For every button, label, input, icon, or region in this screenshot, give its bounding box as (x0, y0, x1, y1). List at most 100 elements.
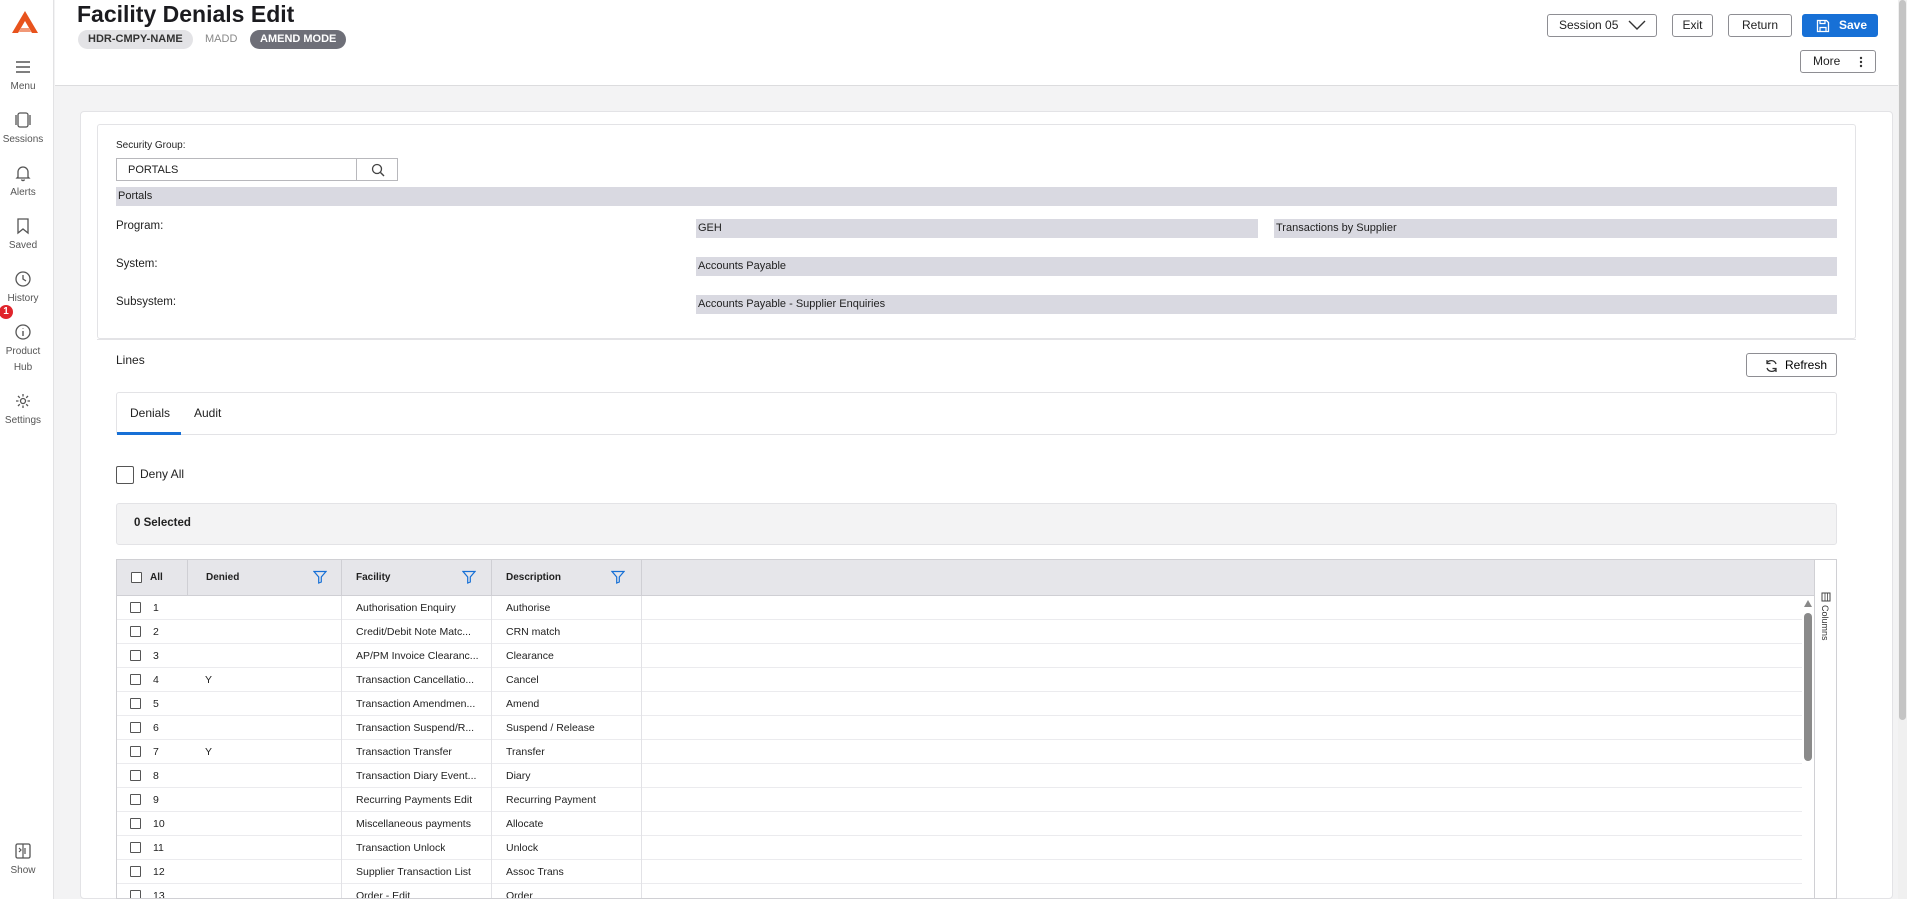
column-separator (641, 596, 642, 620)
sidebar-item-settings[interactable]: Settings (0, 392, 46, 429)
table-row[interactable]: 2 Credit/Debit Note Matc... CRN match (117, 620, 1802, 644)
table-row[interactable]: 9 Recurring Payments Edit Recurring Paymen… (117, 788, 1802, 812)
notification-badge[interactable]: 1 (0, 305, 13, 319)
security-group-input[interactable] (116, 158, 357, 181)
column-header-facility[interactable]: Facility (356, 560, 390, 596)
row-checkbox[interactable] (130, 818, 141, 829)
row-checkbox[interactable] (130, 674, 141, 685)
sidebar-item-menu[interactable]: Menu (0, 58, 46, 95)
active-tab-indicator (117, 432, 181, 435)
facility-cell: Transaction Unlock (356, 842, 446, 854)
column-separator (491, 812, 492, 836)
table-row[interactable]: 7 Y Transaction Transfer Transfer (117, 740, 1802, 764)
sidebar-item-alerts[interactable]: Alerts (0, 164, 46, 201)
row-checkbox[interactable] (130, 650, 141, 661)
table-row[interactable]: 4 Y Transaction Cancellatio... Cancel (117, 668, 1802, 692)
column-header-denied[interactable]: Denied (206, 560, 239, 596)
bell-icon (15, 166, 31, 182)
column-separator (341, 740, 342, 764)
select-all-checkbox[interactable] (131, 572, 142, 583)
column-separator (641, 764, 642, 788)
facility-cell: AP/PM Invoice Clearanc... (356, 650, 479, 662)
app-logo-icon[interactable] (11, 10, 39, 34)
description-cell: Diary (506, 770, 531, 782)
row-checkbox[interactable] (130, 602, 141, 613)
column-separator (491, 692, 492, 716)
column-separator (641, 620, 642, 644)
page-scrollbar[interactable] (1898, 0, 1907, 899)
table-row[interactable]: 13 Order - Edit Order (117, 884, 1802, 898)
grid-scrollbar-thumb[interactable] (1804, 613, 1812, 761)
deny-all-label: Deny All (140, 467, 185, 481)
security-group-search-button[interactable] (356, 158, 398, 181)
row-checkbox[interactable] (130, 866, 141, 877)
sidebar-item-sessions[interactable]: Sessions (0, 111, 46, 148)
description-cell: CRN match (506, 626, 561, 638)
subsystem-label: Subsystem: (116, 296, 177, 308)
row-checkbox[interactable] (130, 746, 141, 757)
return-button[interactable]: Return (1728, 14, 1792, 37)
exit-button[interactable]: Exit (1672, 14, 1713, 37)
row-number: 4 (153, 674, 159, 686)
session-select[interactable]: Session 05 (1547, 14, 1657, 37)
grid-header-row: All Denied Facility Description (117, 560, 1814, 596)
grid-scrollbar[interactable] (1802, 596, 1814, 898)
facility-cell: Authorisation Enquiry (356, 602, 456, 614)
refresh-button[interactable]: Refresh (1746, 353, 1837, 377)
sidebar: Menu Sessions Alerts Saved History Produ… (0, 0, 54, 899)
company-chip: HDR-CMPY-NAME (78, 30, 193, 49)
more-button[interactable]: More (1800, 50, 1876, 73)
row-checkbox[interactable] (130, 890, 141, 898)
sidebar-item-history[interactable]: History (0, 270, 46, 307)
table-row[interactable]: 10 Miscellaneous payments Allocate (117, 812, 1802, 836)
show-panel-icon (15, 843, 31, 859)
filter-icon[interactable] (611, 570, 625, 584)
sessions-icon (15, 112, 31, 128)
facility-cell: Transaction Amendmen... (356, 698, 476, 710)
refresh-button-label: Refresh (1785, 358, 1828, 372)
row-checkbox[interactable] (130, 770, 141, 781)
column-separator (341, 668, 342, 692)
sidebar-item-show[interactable]: Show (0, 842, 46, 879)
table-row[interactable]: 12 Supplier Transaction List Assoc Trans (117, 860, 1802, 884)
table-row[interactable]: 8 Transaction Diary Event... Diary (117, 764, 1802, 788)
deny-all-checkbox[interactable] (116, 466, 134, 484)
row-checkbox[interactable] (130, 722, 141, 733)
scroll-up-arrow-icon[interactable] (1804, 600, 1812, 607)
clock-icon (15, 271, 31, 287)
table-row[interactable]: 5 Transaction Amendmen... Amend (117, 692, 1802, 716)
description-cell: Suspend / Release (506, 722, 595, 734)
subsystem-field: Accounts Payable - Supplier Enquiries (696, 295, 1837, 314)
row-number: 5 (153, 698, 159, 710)
table-row[interactable]: 11 Transaction Unlock Unlock (117, 836, 1802, 860)
tab-denials[interactable]: Denials (130, 406, 170, 420)
row-checkbox[interactable] (130, 698, 141, 709)
columns-side-panel[interactable]: Columns (1814, 560, 1836, 898)
app-window: Menu Sessions Alerts Saved History Produ… (0, 0, 1907, 899)
row-checkbox[interactable] (130, 626, 141, 637)
column-separator (491, 764, 492, 788)
sidebar-item-product-hub[interactable]: Product Hub (0, 323, 46, 376)
lines-tabs: Denials Audit (116, 392, 1837, 435)
save-button[interactable]: Save (1802, 14, 1878, 37)
column-separator (491, 836, 492, 860)
table-row[interactable]: 6 Transaction Suspend/R... Suspend / Relea… (117, 716, 1802, 740)
filter-icon[interactable] (462, 570, 476, 584)
system-field: Accounts Payable (696, 257, 1837, 276)
sidebar-item-saved[interactable]: Saved (0, 217, 46, 254)
sidebar-item-label-2: Hub (13, 362, 33, 373)
row-checkbox[interactable] (130, 794, 141, 805)
column-separator (641, 644, 642, 668)
column-header-description[interactable]: Description (506, 560, 561, 596)
facility-cell: Credit/Debit Note Matc... (356, 626, 471, 638)
table-row[interactable]: 3 AP/PM Invoice Clearanc... Clearance (117, 644, 1802, 668)
tab-audit[interactable]: Audit (194, 406, 221, 420)
page-scrollbar-thumb[interactable] (1899, 0, 1906, 720)
filter-icon[interactable] (313, 570, 327, 584)
column-separator (341, 716, 342, 740)
security-group-label: Security Group: (116, 140, 186, 151)
facility-cell: Supplier Transaction List (356, 866, 471, 878)
row-checkbox[interactable] (130, 842, 141, 853)
table-row[interactable]: 1 Authorisation Enquiry Authorise (117, 596, 1802, 620)
sidebar-item-label: Saved (8, 240, 38, 251)
